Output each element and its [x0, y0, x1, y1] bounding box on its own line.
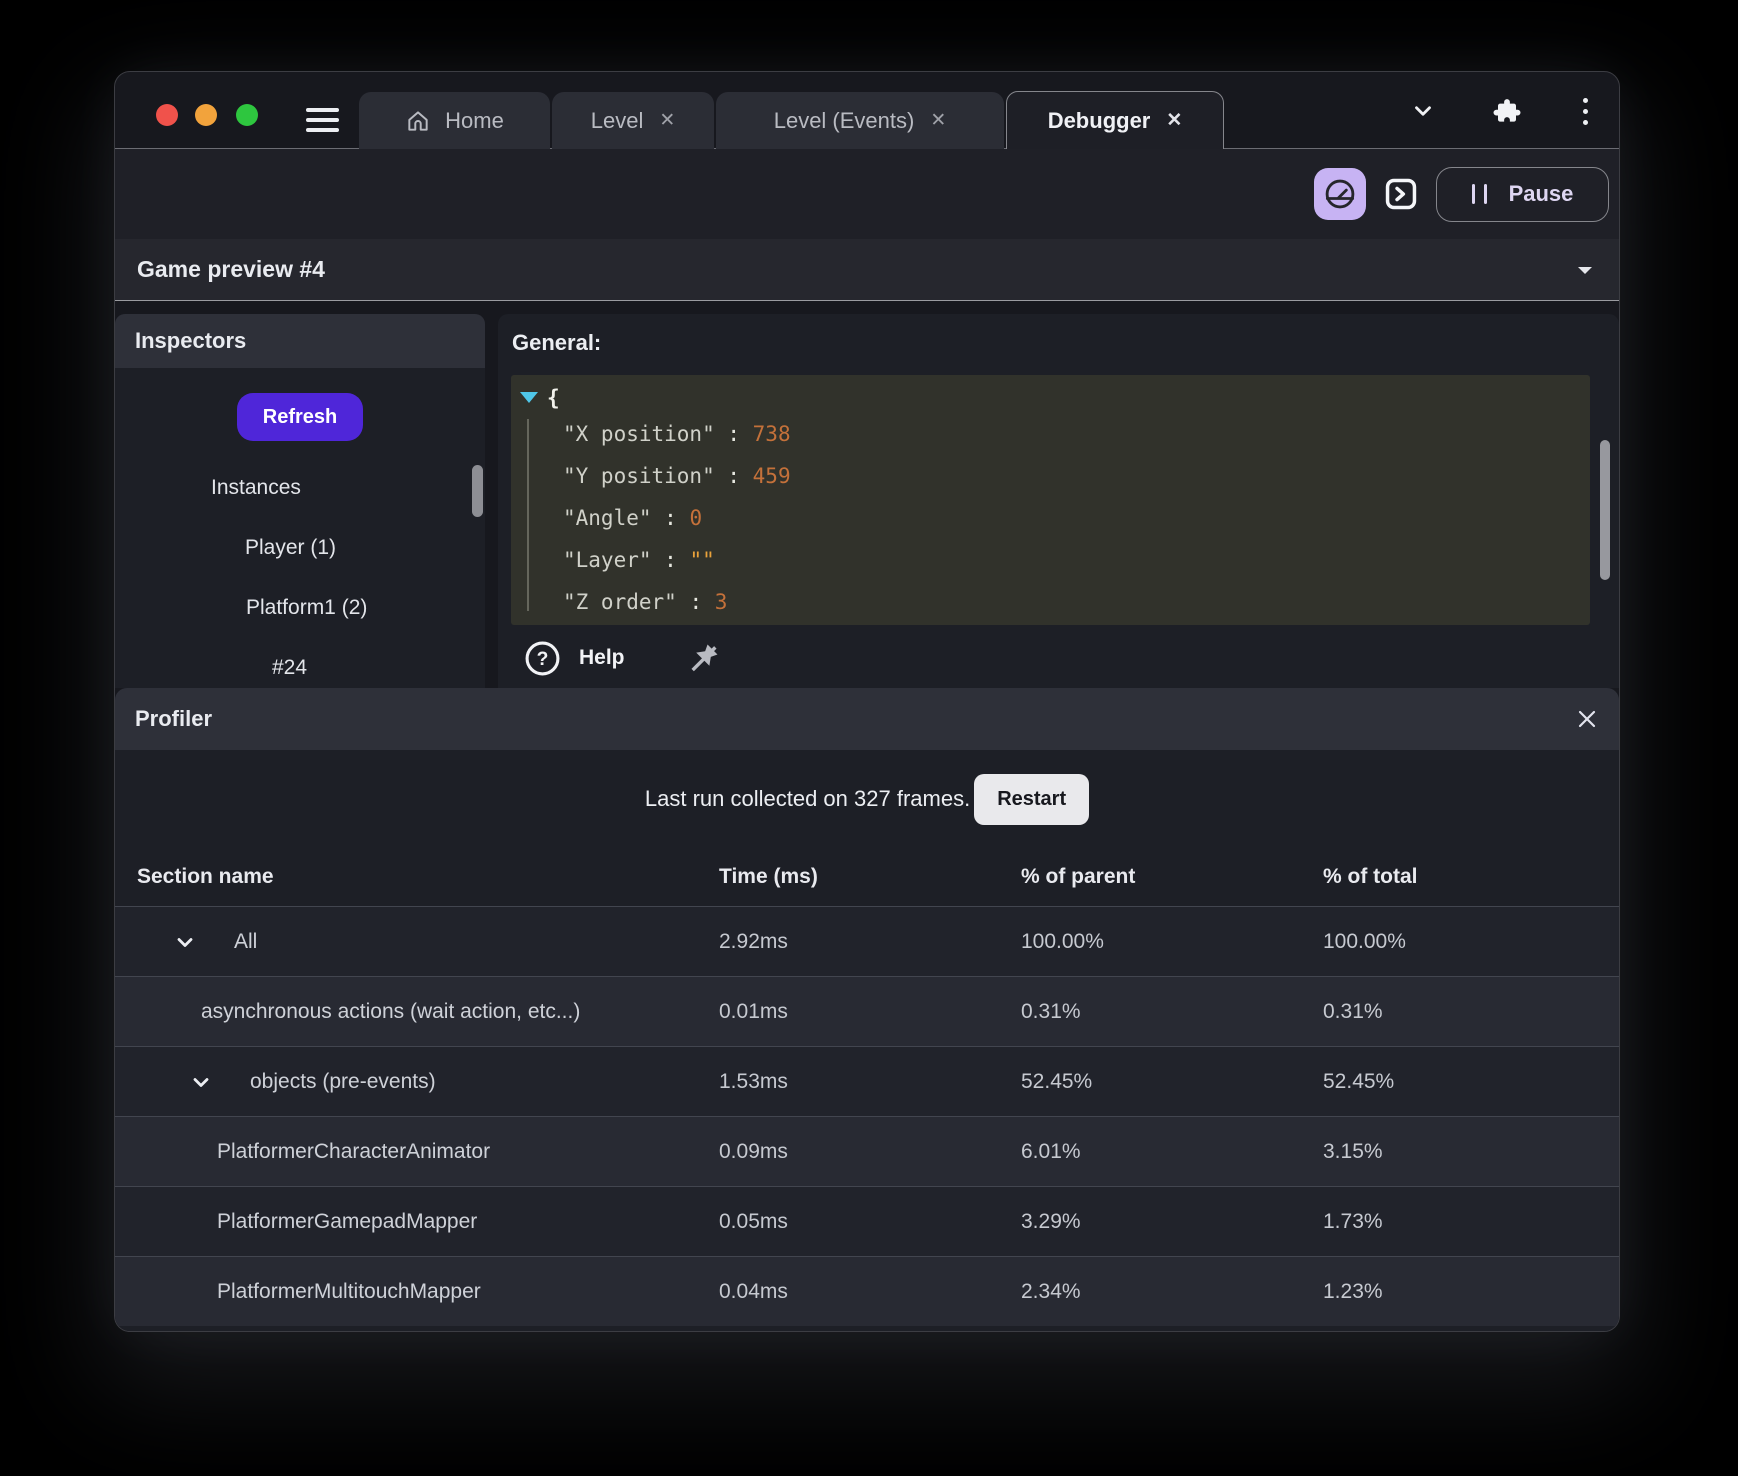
table-row[interactable]: PlatformerMultitouchMapper 0.04ms 2.34% … [115, 1256, 1619, 1326]
inspectors-panel-title: Inspectors [115, 314, 485, 368]
table-row[interactable]: PlatformerGamepadMapper 0.05ms 3.29% 1.7… [115, 1186, 1619, 1256]
general-panel: General: { "X position" : 738 "Y positio… [498, 314, 1619, 688]
unpin-icon[interactable] [687, 641, 721, 675]
profiler-table: Section name Time (ms) % of parent % of … [115, 848, 1619, 1326]
table-row[interactable]: asynchronous actions (wait action, etc..… [115, 976, 1619, 1046]
close-tab-icon[interactable]: ✕ [1166, 111, 1182, 130]
chevron-down-icon[interactable] [1410, 98, 1436, 124]
general-scrollbar[interactable] [1600, 440, 1610, 580]
json-line: "Z order" : 3 [563, 590, 728, 614]
close-tab-icon[interactable]: ✕ [930, 111, 946, 130]
column-header-time: Time (ms) [719, 865, 818, 888]
profiler-header: Profiler [115, 688, 1619, 750]
json-line: "Angle" : 0 [563, 506, 703, 530]
json-line: "X position" : 738 [563, 422, 791, 446]
general-panel-title: General: [512, 330, 602, 355]
tab-label: Level (Events) [773, 107, 915, 133]
screenshot-stage: Home Level ✕ Level (Events) ✕ Debugger ✕ [0, 0, 1738, 1476]
debugger-main-area: Inspectors Refresh Instances Player (1) … [115, 301, 1619, 688]
extensions-puzzle-icon[interactable] [1492, 96, 1521, 122]
debugger-window: Home Level ✕ Level (Events) ✕ Debugger ✕ [114, 71, 1620, 1332]
inspectors-scrollbar[interactable] [472, 465, 483, 517]
profiler-gauge-button[interactable] [1314, 168, 1366, 220]
tree-item-instance-24[interactable]: #24 [115, 653, 485, 683]
tab-level-events[interactable]: Level (Events) ✕ [716, 92, 1004, 149]
json-line: "Layer" : "" [563, 548, 715, 572]
profiler-panel: Profiler Last run collected on 327 frame… [115, 688, 1619, 1331]
pause-button[interactable]: Pause [1436, 166, 1609, 222]
profiler-status-text: Last run collected on 327 frames. [644, 786, 971, 811]
chevron-down-icon[interactable] [189, 1070, 213, 1094]
main-menu-icon[interactable] [306, 108, 339, 134]
json-property-viewer: { "X position" : 738 "Y position" : 459 … [511, 375, 1590, 625]
game-preview-header[interactable]: Game preview #4 [115, 239, 1619, 301]
debugger-toolbar: Pause [115, 149, 1619, 239]
collapse-chevron-icon[interactable] [1573, 258, 1597, 282]
help-row: ? Help [524, 636, 721, 680]
tree-item-instances[interactable]: Instances [115, 473, 485, 503]
tab-label: Level [590, 107, 644, 133]
maximize-window-button[interactable] [236, 104, 258, 126]
pause-label: Pause [1508, 181, 1574, 206]
refresh-button[interactable]: Refresh [237, 393, 363, 441]
gauge-icon [1325, 179, 1355, 209]
indent-guide-line [527, 419, 529, 611]
titlebar: Home Level ✕ Level (Events) ✕ Debugger ✕ [115, 72, 1619, 149]
svg-text:?: ? [537, 648, 549, 669]
profiler-title: Profiler [135, 706, 213, 731]
inspector-tree: Instances Player (1) Platform1 (2) #24 [115, 473, 485, 683]
table-row[interactable]: All 2.92ms 100.00% 100.00% [115, 906, 1619, 976]
json-line: "Y position" : 459 [563, 464, 791, 488]
tree-item-player[interactable]: Player (1) [115, 533, 485, 563]
inspectors-panel: Inspectors Refresh Instances Player (1) … [115, 314, 485, 688]
chevron-down-icon[interactable] [173, 930, 197, 954]
game-preview-title: Game preview #4 [137, 256, 325, 282]
profiler-status-row: Last run collected on 327 frames. Restar… [115, 750, 1619, 848]
profiler-table-header: Section name Time (ms) % of parent % of … [115, 848, 1619, 906]
home-icon [405, 108, 431, 134]
tab-debugger[interactable]: Debugger ✕ [1006, 91, 1224, 149]
tab-strip: Home Level ✕ Level (Events) ✕ Debugger ✕ [359, 91, 1226, 149]
tree-item-platform1[interactable]: Platform1 (2) [115, 593, 485, 623]
minimize-window-button[interactable] [195, 104, 217, 126]
more-options-icon[interactable] [1581, 98, 1589, 125]
tab-home[interactable]: Home [359, 92, 550, 149]
column-header-total: % of total [1323, 865, 1418, 888]
table-row[interactable]: objects (pre-events) 1.53ms 52.45% 52.45… [115, 1046, 1619, 1116]
tab-label: Home [445, 107, 504, 133]
close-window-button[interactable] [156, 104, 178, 126]
restart-button[interactable]: Restart [974, 773, 1090, 825]
tab-level[interactable]: Level ✕ [552, 92, 714, 149]
column-header-parent: % of parent [1021, 865, 1136, 888]
table-row[interactable]: PlatformerCharacterAnimator 0.09ms 6.01%… [115, 1116, 1619, 1186]
pause-icon [1471, 184, 1487, 204]
expand-triangle-icon[interactable] [520, 392, 538, 403]
json-open-brace: { [547, 386, 560, 410]
console-icon [1385, 178, 1417, 210]
help-icon[interactable]: ? [524, 640, 561, 677]
close-profiler-icon[interactable] [1575, 707, 1599, 731]
console-button[interactable] [1381, 174, 1421, 214]
tab-label: Debugger [1047, 107, 1151, 133]
close-tab-icon[interactable]: ✕ [659, 111, 675, 130]
column-header-section: Section name [137, 865, 274, 888]
help-label[interactable]: Help [579, 646, 625, 670]
